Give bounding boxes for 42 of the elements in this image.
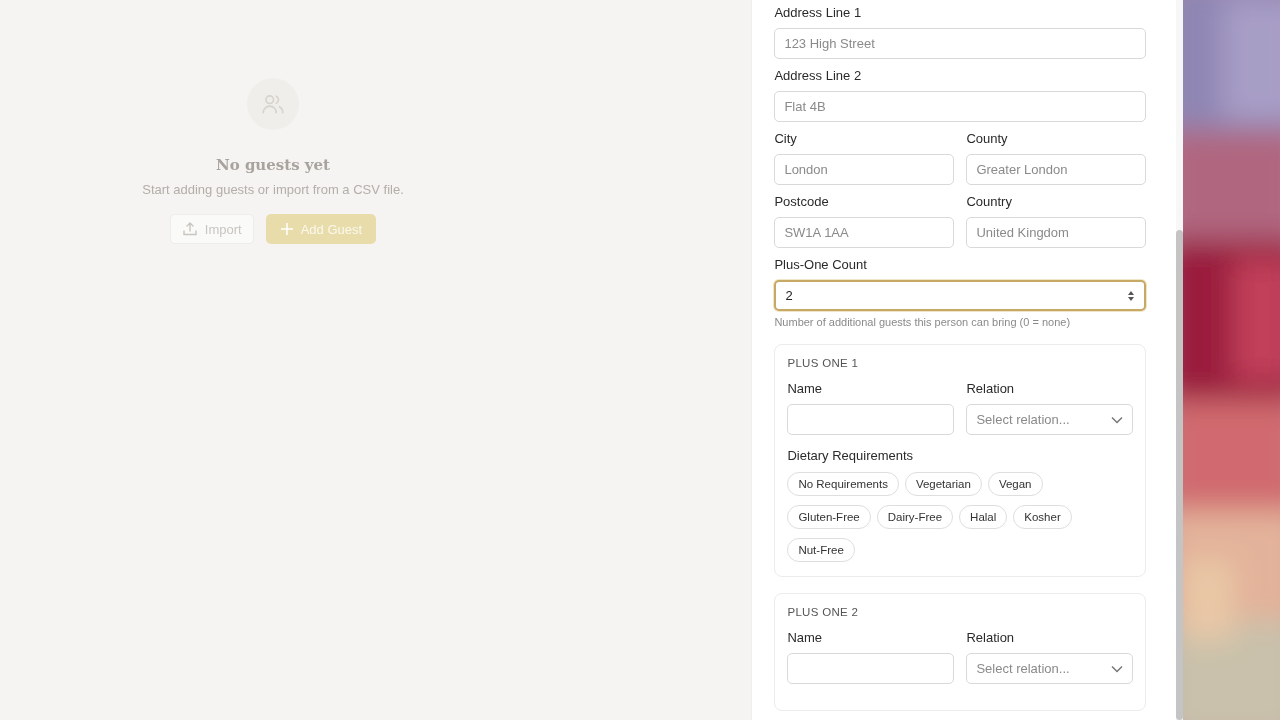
dietary-chip[interactable]: Vegan — [987, 472, 1043, 496]
scrollbar-thumb[interactable] — [1176, 230, 1184, 720]
text-field[interactable]: United Kingdom — [966, 217, 1147, 248]
field-label: Name — [787, 629, 824, 647]
dietary-chip[interactable]: Kosher — [1013, 505, 1072, 529]
name-field[interactable] — [787, 404, 955, 435]
text-field[interactable]: SW1A 1AA — [774, 217, 955, 248]
relation-dropdown[interactable]: Select relation... — [966, 653, 1134, 684]
relation-dropdown[interactable]: Select relation... — [966, 404, 1134, 435]
card-title: PLUS ONE 2 — [787, 606, 860, 618]
field-label: Plus-One Count — [774, 256, 868, 274]
dietary-chip[interactable]: Gluten-Free — [787, 505, 871, 529]
field-label: City — [774, 130, 798, 148]
upload-icon — [181, 221, 198, 237]
chevron-down-icon — [1111, 664, 1124, 673]
field-label: Postcode — [774, 193, 830, 211]
chevron-down-icon — [1111, 415, 1124, 424]
field-hint: Number of additional guests this person can bring (0 = none) — [774, 316, 1072, 328]
dietary-chip[interactable]: Dairy-Free — [876, 505, 954, 529]
text-field[interactable]: Greater London — [966, 154, 1147, 185]
field-label: Name — [787, 380, 824, 398]
empty-title: No guests yet — [215, 156, 331, 174]
field-label: Dietary Requirements — [787, 447, 915, 465]
field-label: Country — [966, 193, 1013, 211]
text-field[interactable]: London — [774, 154, 955, 185]
field-label: Relation — [966, 380, 1016, 398]
dietary-chip[interactable]: Vegetarian — [904, 472, 982, 496]
dietary-chip[interactable]: No Requirements — [787, 472, 899, 496]
card-title: PLUS ONE 1 — [787, 357, 860, 369]
empty-subtitle: Start adding guests or import from a CSV file. — [142, 182, 404, 197]
dietary-chip[interactable]: Halal — [959, 505, 1008, 529]
text-field[interactable]: Flat 4B — [774, 91, 1147, 122]
number-field[interactable]: 2 — [774, 280, 1147, 311]
field-label: Address Line 2 — [774, 67, 863, 85]
text-field[interactable]: 123 High Street — [774, 28, 1147, 59]
field-label: Address Line 1 — [774, 4, 863, 22]
field-label: County — [966, 130, 1009, 148]
plus-icon — [279, 222, 294, 236]
guests-icon — [247, 78, 299, 130]
field-label: Relation — [966, 629, 1016, 647]
dietary-chip[interactable]: Nut-Free — [787, 538, 855, 562]
name-field[interactable] — [787, 653, 955, 684]
